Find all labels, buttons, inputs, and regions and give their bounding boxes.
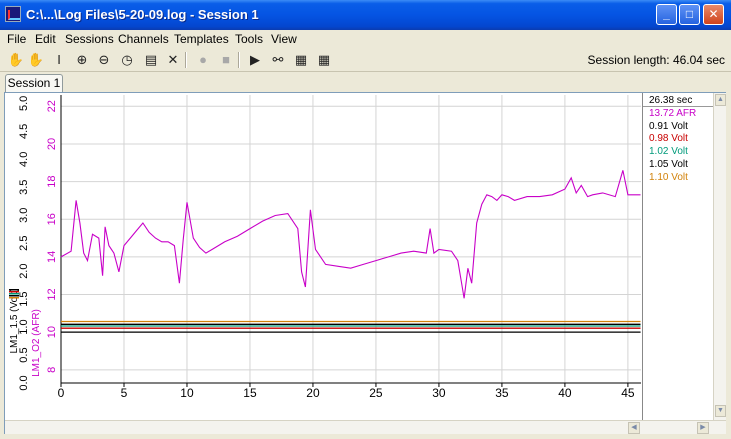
menu-view[interactable]: View <box>271 32 297 46</box>
x-tick-label: 25 <box>369 386 383 400</box>
x-tick-label: 15 <box>243 386 257 400</box>
close-button[interactable]: ✕ <box>703 4 724 25</box>
x-tick-label: 30 <box>432 386 446 400</box>
title-bar[interactable]: C:\...\Log Files\5-20-09.log - Session 1… <box>0 0 731 30</box>
volt-tick-label: 2.5 <box>18 236 30 251</box>
afr-tick-label: 18 <box>46 175 58 187</box>
x-tick-label: 10 <box>180 386 194 400</box>
toolbar-separator <box>185 52 187 68</box>
legend-entry[interactable]: 0.98 Volt <box>649 133 688 144</box>
toolbar-separator <box>238 52 240 68</box>
x-tick-label: 40 <box>558 386 572 400</box>
hand-icon[interactable]: ✋ <box>6 51 26 69</box>
menu-sessions[interactable]: Sessions <box>65 32 114 46</box>
tab-session-1[interactable]: Session 1 <box>5 74 63 93</box>
menu-templates[interactable]: Templates <box>174 32 229 46</box>
app-icon[interactable] <box>5 6 21 22</box>
afr-tick-label: 8 <box>46 367 58 373</box>
afr-tick-label: 14 <box>46 251 58 263</box>
afr-tick-label: 12 <box>46 288 58 300</box>
channel-swatch <box>9 293 19 295</box>
menu-edit[interactable]: Edit <box>35 32 56 46</box>
channel-swatch <box>9 289 19 291</box>
menu-tools[interactable]: Tools <box>235 32 263 46</box>
menu-channels[interactable]: Channels <box>118 32 169 46</box>
x-tick-label: 45 <box>621 386 635 400</box>
channel-swatch <box>9 297 19 299</box>
scroll-up-arrow-icon[interactable]: ▲ <box>715 94 726 106</box>
tab-strip: Session 1 <box>0 72 731 93</box>
x-tick-label: 5 <box>121 386 128 400</box>
chart-view-icon[interactable]: ▦ <box>291 51 311 69</box>
legend-entry[interactable]: 1.10 Volt <box>649 172 688 183</box>
legend-entry[interactable]: 0.91 Volt <box>649 121 688 132</box>
table-view-icon[interactable]: ▦ <box>314 51 334 69</box>
pan-icon[interactable]: ✋ <box>26 51 46 69</box>
vertical-scrollbar[interactable]: ▲ ▼ <box>713 93 726 420</box>
menu-bar: File Edit Sessions Channels Templates To… <box>0 30 731 48</box>
legend-entry[interactable]: 1.05 Volt <box>649 159 688 170</box>
afr-tick-label: 22 <box>46 100 58 112</box>
x-tick-label: 0 <box>58 386 65 400</box>
afr-tick-label: 10 <box>46 326 58 338</box>
app-window: C:\...\Log Files\5-20-09.log - Session 1… <box>0 0 731 439</box>
zoom-out-icon[interactable]: ⊖ <box>94 51 114 69</box>
scroll-left-arrow-icon[interactable]: ◀ <box>628 422 640 434</box>
session-length-label: Session length: <box>587 53 670 67</box>
play-icon[interactable]: ▶ <box>245 51 265 69</box>
volt-tick-label: 3.5 <box>18 180 30 195</box>
horizontal-scrollbar[interactable]: ◀ ▶ <box>5 420 726 434</box>
session-length-value: 46.04 sec <box>672 53 725 67</box>
volt-tick-label: 0.0 <box>18 375 30 390</box>
legend-entry[interactable]: 1.02 Volt <box>649 146 688 157</box>
notes-icon[interactable]: ▤ <box>141 51 161 69</box>
afr-axis-title: LM1_O2 (AFR) <box>31 309 42 377</box>
volt-tick-label: 4.0 <box>18 152 30 167</box>
minimize-button[interactable]: _ <box>656 4 677 25</box>
gauge-icon[interactable]: ◷ <box>117 51 137 69</box>
chart-panel: 0 5 10 15 20 25 30 35 40 45 0.0 0.5 1.0 1.5 2.0 2.5 3.0 3… <box>4 92 726 434</box>
legend-time: 26.38 sec <box>643 95 714 107</box>
afr-tick-label: 16 <box>46 213 58 225</box>
disconnect-icon[interactable]: ✕ <box>163 51 183 69</box>
stop-icon[interactable]: ■ <box>216 51 236 69</box>
cursor-icon[interactable]: I <box>49 51 69 69</box>
zoom-in-icon[interactable]: ⊕ <box>72 51 92 69</box>
volt-tick-label: 3.0 <box>18 208 30 223</box>
channel-swatch <box>9 291 19 293</box>
session-chart[interactable]: 0 5 10 15 20 25 30 35 40 450.00.51.01.52.02.53.03… <box>5 93 642 420</box>
volt-tick-label: 4.5 <box>18 124 30 139</box>
maximize-button[interactable]: □ <box>679 4 700 25</box>
volt-tick-label: 5.0 <box>18 96 30 111</box>
afr-tick-label: 20 <box>46 138 58 150</box>
scroll-down-arrow-icon[interactable]: ▼ <box>715 405 726 417</box>
menu-file[interactable]: File <box>7 32 26 46</box>
volt-tick-label: 2.0 <box>18 264 30 279</box>
toolbar: Session length: 46.04 sec ✋ ✋ I ⊕ ⊖ ◷ ▤ ✕ ● ■ ▶ ⚯ ▦ ▦ <box>0 48 731 72</box>
window-title: C:\...\Log Files\5-20-09.log - Session 1 <box>26 7 259 22</box>
legend-entry[interactable]: 13.72 AFR <box>649 108 696 119</box>
channel-legend: 26.38 sec 13.72 AFR 0.91 Volt 0.98 Volt 1.0… <box>642 93 714 420</box>
binoculars-icon[interactable]: ⚯ <box>268 51 288 69</box>
plot-area[interactable] <box>61 95 641 383</box>
channel-swatch <box>9 295 19 297</box>
session-length: Session length: 46.04 sec <box>588 53 725 67</box>
x-tick-label: 20 <box>306 386 320 400</box>
scroll-right-arrow-icon[interactable]: ▶ <box>697 422 709 434</box>
record-icon[interactable]: ● <box>193 51 213 69</box>
x-tick-label: 35 <box>495 386 509 400</box>
